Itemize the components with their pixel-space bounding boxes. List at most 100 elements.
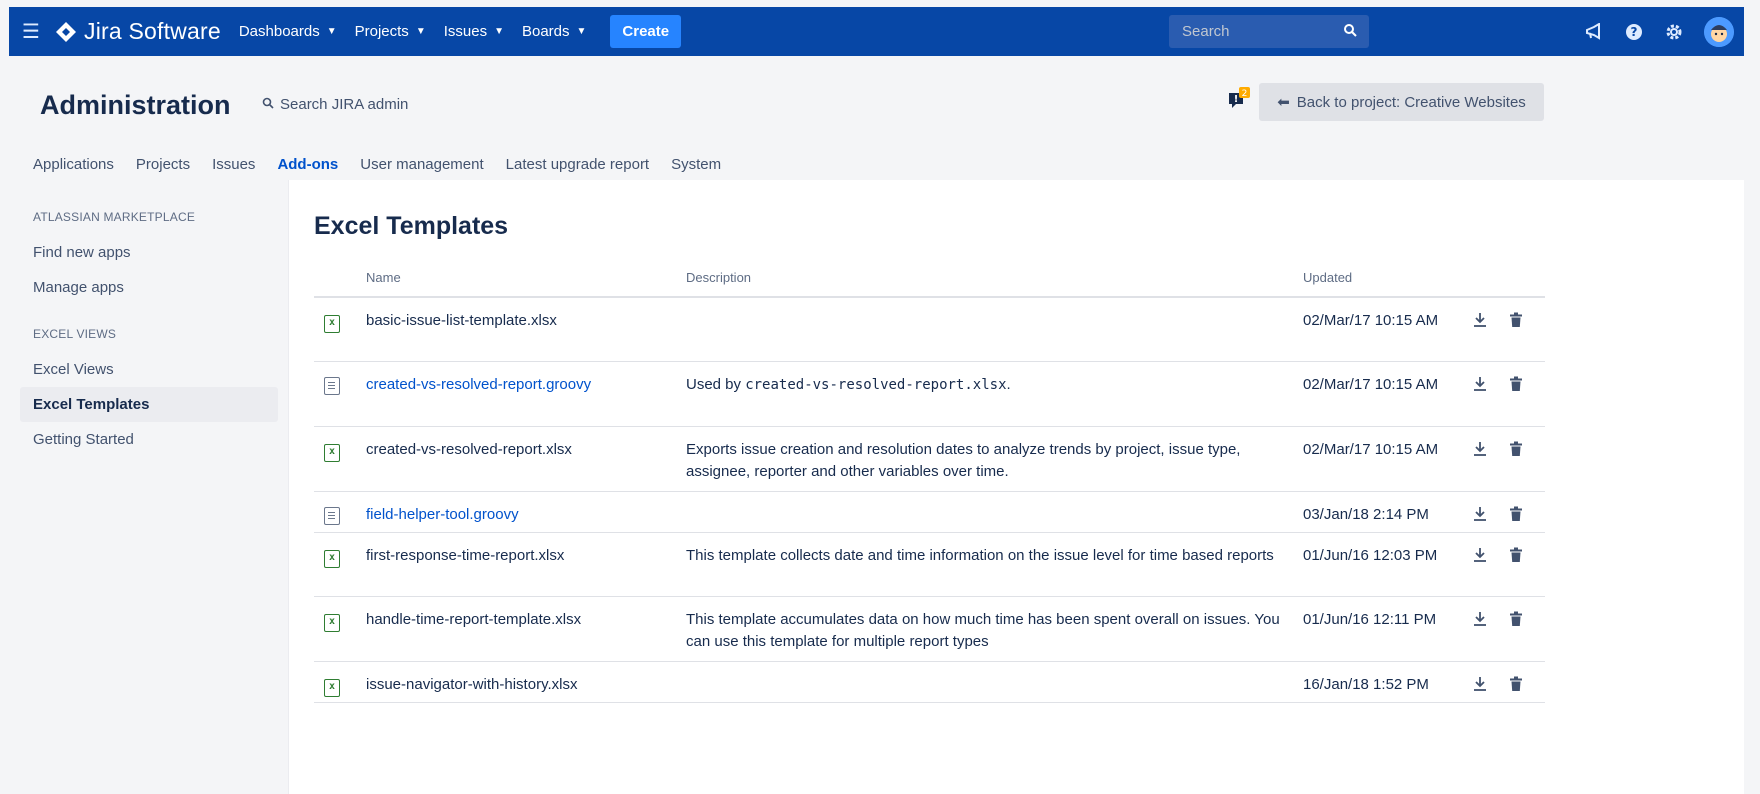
svg-text:?: ?	[1631, 25, 1638, 39]
back-to-project-button[interactable]: ⬅ Back to project: Creative Websites	[1259, 83, 1544, 121]
excel-file-icon: x	[324, 315, 340, 333]
template-description-cell	[686, 661, 1303, 703]
nav-dashboards[interactable]: Dashboards ▼	[239, 23, 337, 40]
updated-cell: 02/Mar/17 10:15 AM	[1303, 426, 1473, 492]
updated-timestamp: 01/Jun/16 12:11 PM	[1303, 610, 1437, 628]
main-content: Excel Templates Name Description Updated…	[289, 180, 1744, 794]
page-title: Excel Templates	[314, 212, 509, 240]
chevron-down-icon: ▼	[576, 26, 587, 37]
download-icon[interactable]	[1473, 441, 1487, 457]
admin-header: Administration Search JIRA admin ! 2 ⬅ B…	[9, 56, 1744, 186]
template-description-code: created-vs-resolved-report.xlsx	[745, 376, 1007, 393]
app-window: ☰ Jira Software Dashboards ▼ Projects ▼ …	[9, 7, 1744, 794]
template-description: Exports issue creation and resolution da…	[686, 440, 1241, 480]
back-arrow-icon: ⬅	[1277, 94, 1290, 111]
table-row: x issue-navigator-with-history.xlsx 16/Jan…	[314, 661, 1545, 703]
chevron-down-icon: ▼	[494, 26, 504, 37]
updated-cell: 01/Jun/16 12:03 PM	[1303, 532, 1473, 597]
chevron-down-icon: ▼	[415, 26, 426, 37]
excel-file-icon: x	[324, 549, 340, 568]
file-type-cell: x	[314, 661, 366, 703]
admin-search-link[interactable]: Search JIRA admin	[280, 96, 408, 113]
template-name: first-response-time-report.xlsx	[366, 546, 565, 564]
template-name: handle-time-report-template.xlsx	[366, 610, 582, 628]
template-description: Used by	[686, 375, 746, 393]
table-row: created-vs-resolved-report.groovy Used by…	[314, 361, 1545, 427]
download-icon[interactable]	[1473, 376, 1487, 392]
sidebar-item-getting-started[interactable]: Getting Started	[20, 422, 278, 457]
template-description-cell	[686, 491, 1303, 533]
template-name-cell: field-helper-tool.groovy	[366, 491, 686, 533]
nav-issues[interactable]: Issues ▼	[444, 23, 504, 40]
updated-cell: 02/Mar/17 10:15 AM	[1303, 297, 1473, 362]
header-updated[interactable]: Updated	[1303, 259, 1473, 298]
delete-cell	[1509, 491, 1545, 533]
excel-file-icon: x	[324, 613, 340, 632]
script-file-icon	[324, 376, 340, 395]
trash-icon[interactable]	[1509, 376, 1523, 392]
sidebar-heading-excel-views: EXCEL VIEWS	[33, 327, 117, 341]
notifications-icon[interactable]: ! 2	[1227, 87, 1250, 109]
template-name-link[interactable]: created-vs-resolved-report.groovy	[366, 376, 591, 393]
file-type-cell: x	[314, 426, 366, 492]
header-actions	[1509, 259, 1545, 298]
gear-icon[interactable]	[1664, 22, 1684, 42]
file-type-cell: x	[314, 596, 366, 662]
nav-boards[interactable]: Boards ▼	[522, 23, 586, 40]
trash-icon[interactable]	[1509, 506, 1523, 522]
header-description: Description	[686, 259, 1303, 298]
updated-cell: 16/Jan/18 1:52 PM	[1303, 661, 1473, 703]
sidebar-item-manage-apps[interactable]: Manage apps	[20, 270, 278, 305]
nav-projects[interactable]: Projects ▼	[355, 23, 426, 40]
template-name-cell: handle-time-report-template.xlsx	[366, 596, 686, 662]
updated-timestamp: 16/Jan/18 1:52 PM	[1303, 675, 1429, 693]
product-logo[interactable]: Jira Software	[55, 18, 221, 45]
updated-timestamp: 01/Jun/16 12:03 PM	[1303, 546, 1438, 564]
header-name[interactable]: Name	[366, 259, 686, 298]
download-icon[interactable]	[1473, 676, 1487, 692]
template-name-link[interactable]: field-helper-tool.groovy	[366, 506, 519, 523]
download-icon[interactable]	[1473, 312, 1487, 328]
menu-icon[interactable]: ☰	[9, 7, 53, 56]
chevron-down-icon: ▼	[326, 26, 337, 37]
search-icon	[262, 97, 274, 109]
download-icon[interactable]	[1473, 611, 1487, 627]
search-icon	[1344, 24, 1357, 37]
trash-icon[interactable]	[1509, 676, 1523, 692]
download-cell	[1473, 426, 1509, 492]
updated-timestamp: 03/Jan/18 2:14 PM	[1303, 505, 1429, 523]
template-description-suffix: .	[1006, 375, 1011, 393]
template-description-cell: This template collects date and time inf…	[686, 532, 1303, 597]
trash-icon[interactable]	[1509, 547, 1523, 563]
megaphone-icon[interactable]	[1584, 22, 1604, 42]
sidebar-item-excel-views[interactable]: Excel Views	[20, 352, 278, 387]
trash-icon[interactable]	[1509, 611, 1523, 627]
table-header-row: Name Description Updated	[314, 259, 1545, 298]
notification-count: 2	[1242, 89, 1248, 99]
avatar[interactable]	[1704, 16, 1734, 47]
download-cell	[1473, 491, 1509, 533]
template-description-cell: Used by created-vs-resolved-report.xlsx.	[686, 361, 1303, 427]
trash-icon[interactable]	[1509, 312, 1523, 328]
nav-dashboards-label: Dashboards	[238, 23, 320, 40]
excel-file-icon: x	[324, 678, 340, 697]
updated-cell: 02/Mar/17 10:15 AM	[1303, 361, 1473, 427]
download-cell	[1473, 532, 1509, 597]
search-input[interactable]: Search	[1169, 15, 1369, 48]
download-icon[interactable]	[1473, 547, 1487, 563]
file-type-cell	[314, 361, 366, 427]
nav-projects-label: Projects	[354, 23, 409, 40]
updated-timestamp: 02/Mar/17 10:15 AM	[1303, 375, 1439, 393]
delete-cell	[1509, 532, 1545, 597]
template-name-cell: issue-navigator-with-history.xlsx	[366, 661, 686, 703]
sidebar-item-excel-templates[interactable]: Excel Templates	[20, 387, 278, 422]
help-icon[interactable]: ?	[1624, 22, 1644, 42]
create-button[interactable]: Create	[610, 15, 682, 48]
download-icon[interactable]	[1473, 506, 1487, 522]
file-type-cell: x	[314, 297, 366, 362]
template-name: issue-navigator-with-history.xlsx	[366, 675, 578, 693]
file-type-cell	[314, 491, 366, 533]
sidebar-item-find-new-apps[interactable]: Find new apps	[20, 235, 278, 270]
trash-icon[interactable]	[1509, 441, 1523, 457]
table-row: x first-response-time-report.xlsx This tem…	[314, 532, 1545, 597]
